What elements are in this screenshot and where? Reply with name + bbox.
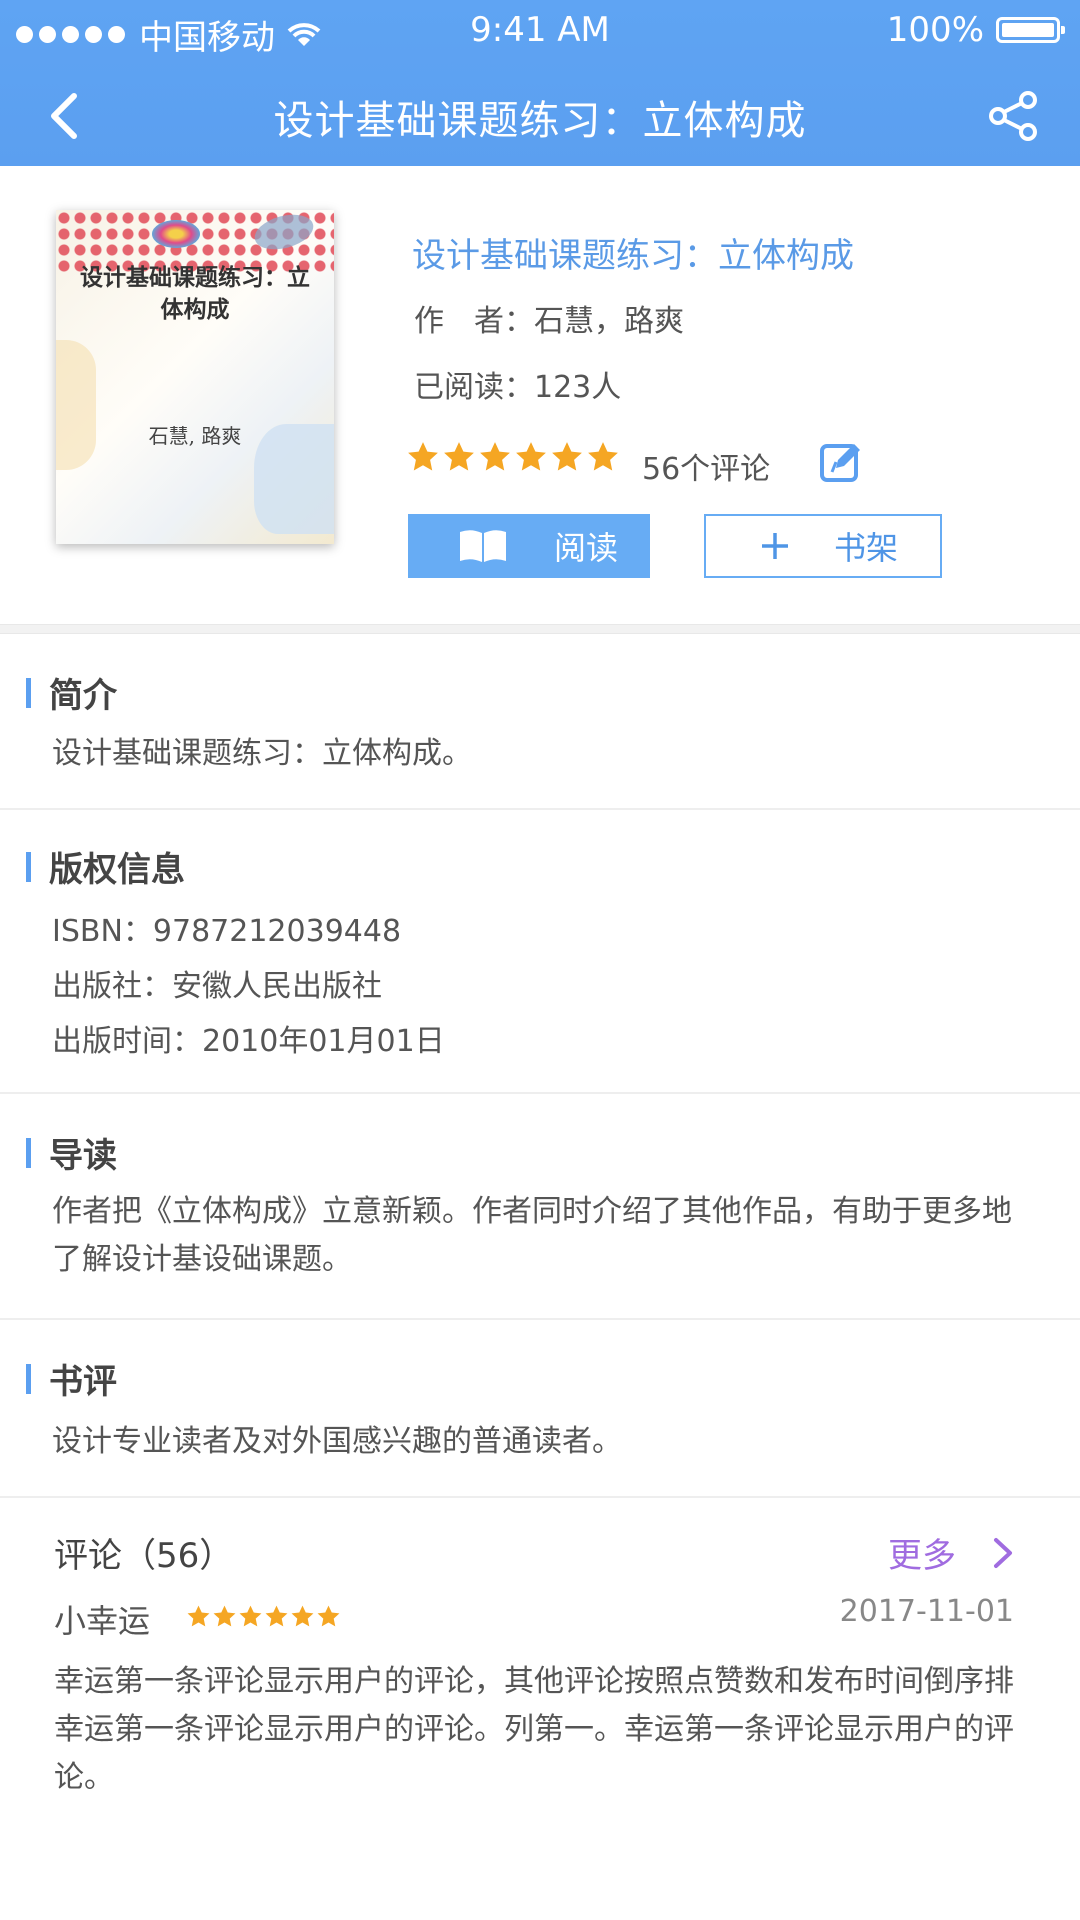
star-icon	[552, 442, 582, 471]
nav-bar: 设计基础课题练习：立体构成	[0, 66, 1080, 166]
comment-rating-stars	[186, 1604, 341, 1629]
comment-text: 幸运第一条评论显示用户的评论，其他评论按照点赞数和发布时间倒序排幸运第一条评论显…	[54, 1664, 1014, 1795]
read-button[interactable]: 阅读	[408, 514, 650, 578]
book-title: 设计基础课题练习：立体构成	[412, 236, 854, 276]
review-text: 设计专业读者及对外国感兴趣的普通读者。	[52, 1424, 622, 1459]
comment-username: 小幸运	[54, 1602, 151, 1640]
shelf-button-label: 书架	[834, 529, 899, 567]
add-to-shelf-button[interactable]: 书架	[704, 514, 942, 578]
star-icon	[291, 1605, 314, 1627]
plus-icon	[762, 533, 788, 559]
section-marker	[26, 1137, 31, 1168]
comment-count: 56个评论	[642, 452, 771, 487]
star-icon	[187, 1605, 210, 1627]
read-button-label: 阅读	[554, 529, 619, 567]
comment-date: 2017-11-01	[839, 1594, 1014, 1629]
battery-icon	[996, 17, 1065, 43]
guide-text: 作者把《立体构成》立意新颖。作者同时介绍了其他作品，有助于更多地了解设计基设础课…	[52, 1194, 1012, 1277]
section-title: 简介	[49, 676, 117, 716]
cover-title-line: 体构成	[160, 296, 230, 323]
book-info: 设计基础课题练习：立 体构成 石慧, 路爽 设计基础课题练习：立体构成 作 者：…	[0, 166, 1080, 624]
section-review: 书评 设计专业读者及对外国感兴趣的普通读者。	[0, 1320, 1080, 1498]
section-marker	[26, 851, 31, 882]
cover-decoration	[152, 220, 200, 248]
chevron-right-icon	[994, 1537, 1012, 1568]
intro-text: 设计基础课题练习：立体构成。	[52, 736, 472, 771]
share-icon[interactable]	[986, 88, 1042, 144]
edit-icon[interactable]	[818, 438, 864, 484]
section-title: 版权信息	[49, 850, 185, 890]
star-icon	[317, 1605, 340, 1627]
rating-stars	[406, 440, 620, 474]
section-header: 书评	[26, 1354, 117, 1403]
section-marker	[26, 677, 31, 708]
section-header: 导读	[26, 1128, 117, 1177]
star-icon	[265, 1605, 288, 1627]
more-comments-link[interactable]: 更多	[888, 1528, 1016, 1577]
cover-authors: 石慧, 路爽	[148, 424, 242, 448]
section-guide: 导读 作者把《立体构成》立意新颖。作者同时介绍了其他作品，有助于更多地了解设计基…	[0, 1094, 1080, 1320]
star-icon	[516, 442, 546, 471]
divider	[0, 624, 1080, 634]
star-icon	[588, 442, 618, 471]
isbn: ISBN：9787212039448	[52, 914, 402, 949]
star-icon	[213, 1605, 236, 1627]
more-label: 更多	[888, 1536, 956, 1576]
book-author: 作 者：石慧，路爽	[414, 304, 684, 339]
battery-label: 100%	[886, 10, 984, 50]
cover-title: 设计基础课题练习：立 体构成	[62, 262, 328, 326]
book-readers: 已阅读：123人	[414, 370, 622, 405]
status-bar: 中国移动 9:41 AM 100%	[0, 0, 1080, 60]
star-icon	[408, 442, 438, 471]
section-marker	[26, 1363, 31, 1394]
page-title: 设计基础课题练习：立体构成	[273, 98, 807, 144]
top-bar: 中国移动 9:41 AM 100% 设计基础课题练习：立体构成	[0, 0, 1080, 166]
star-icon	[239, 1605, 262, 1627]
section-copyright: 版权信息 ISBN：9787212039448 出版社：安徽人民出版社 出版时间…	[0, 810, 1080, 1094]
section-intro: 简介 设计基础课题练习：立体构成。	[0, 634, 1080, 810]
publisher: 出版社：安徽人民出版社	[52, 969, 382, 1004]
publish-date: 出版时间：2010年01月01日	[52, 1024, 445, 1059]
book-cover: 设计基础课题练习：立 体构成 石慧, 路爽	[56, 210, 334, 544]
section-header: 简介	[26, 668, 117, 717]
book-open-icon	[460, 530, 506, 562]
section-header: 版权信息	[26, 842, 185, 891]
star-icon	[444, 442, 474, 471]
cover-title-line: 设计基础课题练习：立	[80, 264, 310, 291]
status-right: 100%	[886, 10, 1065, 50]
star-icon	[480, 442, 510, 471]
comments-title: 评论（56）	[54, 1536, 234, 1576]
cover-decoration	[56, 340, 96, 470]
section-title: 导读	[49, 1136, 117, 1176]
copyright-info: ISBN：9787212039448 出版社：安徽人民出版社 出版时间：2010…	[52, 904, 1030, 1069]
comments-section: 评论（56） 更多 小幸运 2017-11-01 幸运第一条评论显示用户的评论，…	[0, 1498, 1080, 1920]
section-title: 书评	[49, 1362, 117, 1402]
